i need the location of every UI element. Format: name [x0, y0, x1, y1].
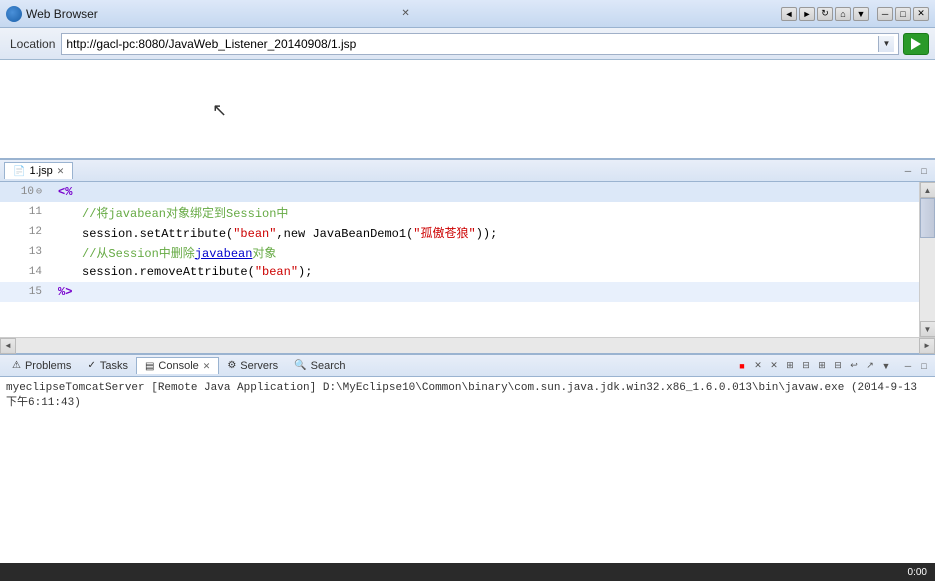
tab-label: 1.jsp [29, 165, 52, 177]
console-label: Console [158, 360, 198, 372]
cursor: ↖ [212, 100, 227, 121]
search-tab-icon: 🔍 [294, 360, 306, 371]
refresh-btn[interactable]: ↻ [817, 7, 833, 21]
code-line-11: //将javabean对象绑定到Session中 [50, 202, 919, 222]
app-icon [6, 6, 22, 22]
bottom-btn10[interactable]: ▼ [879, 359, 893, 373]
close-btn[interactable]: ✕ [913, 7, 929, 21]
tab-console[interactable]: ▤ Console ✕ [136, 357, 219, 374]
bottom-btn5[interactable]: ⊟ [799, 359, 813, 373]
bottom-btn3[interactable]: ✕ [767, 359, 781, 373]
code-line-10: <% [50, 182, 919, 202]
home-btn[interactable]: ⌂ [835, 7, 851, 21]
editor-controls: ─ □ [901, 164, 931, 178]
console-content: myeclipseTomcatServer [Remote Java Appli… [0, 377, 935, 507]
tab-problems[interactable]: ⚠ Problems [4, 358, 79, 374]
console-close[interactable]: ✕ [203, 361, 211, 372]
main-container: Web Browser ✕ ◄ ► ↻ ⌂ ▼ ─ □ ✕ Location ▼… [0, 0, 935, 581]
bottom-panel-controls: ■ ✕ ✕ ⊞ ⊟ ⊞ ⊟ ↩ ↗ ▼ ─ □ [735, 359, 931, 373]
nav-back-btn[interactable]: ◄ [781, 7, 797, 21]
bottom-panel: ⚠ Problems ✓ Tasks ▤ Console ✕ ⚙ Servers… [0, 355, 935, 581]
url-input[interactable] [66, 37, 878, 51]
console-server-info: myeclipseTomcatServer [Remote Java Appli… [6, 381, 929, 412]
tab-search[interactable]: 🔍 Search [286, 358, 353, 374]
line-number-10: 10 ⊖ [0, 182, 50, 202]
location-label: Location [10, 37, 55, 51]
scroll-thumb[interactable] [920, 198, 935, 238]
status-bar: 0:00 [0, 563, 935, 581]
editor-minimize-btn[interactable]: ─ [901, 164, 915, 178]
problems-icon: ⚠ [12, 360, 21, 371]
bottom-tab-bar: ⚠ Problems ✓ Tasks ▤ Console ✕ ⚙ Servers… [0, 355, 935, 377]
line-numbers: 10 ⊖ 11 12 13 14 15 [0, 182, 50, 337]
url-dropdown[interactable]: ▼ [878, 36, 894, 52]
code-vscrollbar[interactable]: ▲ ▼ [919, 182, 935, 337]
search-label: Search [311, 360, 346, 372]
line-number-13: 13 [0, 242, 50, 262]
title-bar: Web Browser ✕ ◄ ► ↻ ⌂ ▼ ─ □ ✕ [0, 0, 935, 28]
maximize-btn[interactable]: □ [895, 7, 911, 21]
servers-icon: ⚙ [227, 360, 236, 371]
console-icon: ▤ [145, 361, 154, 372]
hscroll-track[interactable] [16, 338, 919, 353]
app-title: Web Browser [26, 7, 397, 21]
hscroll-left-btn[interactable]: ◄ [0, 338, 16, 354]
code-hscrollbar[interactable]: ◄ ► [0, 337, 935, 353]
minimize-btn[interactable]: ─ [877, 7, 893, 21]
scroll-down-btn[interactable]: ▼ [920, 321, 935, 337]
code-line-12: session.setAttribute("bean",new JavaBean… [50, 222, 919, 242]
bottom-btn9[interactable]: ↗ [863, 359, 877, 373]
bottom-btn2[interactable]: ✕ [751, 359, 765, 373]
tab-file-icon: 📄 [13, 166, 25, 177]
bottom-btn8[interactable]: ↩ [847, 359, 861, 373]
bottom-stop-btn[interactable]: ■ [735, 359, 749, 373]
line-number-12: 12 [0, 222, 50, 242]
bottom-btn6[interactable]: ⊞ [815, 359, 829, 373]
editor-section: 📄 1.jsp ✕ ─ □ 10 ⊖ 11 12 13 14 15 [0, 160, 935, 355]
bottom-minimize[interactable]: ─ [901, 359, 915, 373]
tasks-label: Tasks [100, 360, 128, 372]
editor-tab[interactable]: 📄 1.jsp ✕ [4, 162, 73, 179]
servers-label: Servers [240, 360, 278, 372]
scroll-up-btn[interactable]: ▲ [920, 182, 935, 198]
go-button[interactable] [903, 33, 929, 55]
code-line-14: session.removeAttribute("bean"); [50, 262, 919, 282]
editor-maximize-btn[interactable]: □ [917, 164, 931, 178]
scroll-track[interactable] [920, 198, 935, 321]
tab-close-btn[interactable]: ✕ [57, 166, 65, 177]
status-time: 0:00 [908, 567, 927, 578]
tab-tasks[interactable]: ✓ Tasks [79, 358, 136, 374]
nav-fwd-btn[interactable]: ► [799, 7, 815, 21]
line-number-14: 14 [0, 262, 50, 282]
problems-label: Problems [25, 360, 71, 372]
go-icon [911, 38, 921, 50]
code-content[interactable]: <% //将javabean对象绑定到Session中 session.setA… [50, 182, 919, 337]
bottom-btn4[interactable]: ⊞ [783, 359, 797, 373]
title-bar-buttons: ◄ ► ↻ ⌂ ▼ ─ □ ✕ [781, 7, 929, 21]
hscroll-right-btn[interactable]: ► [919, 338, 935, 354]
browser-toolbar: Location ▼ [0, 28, 935, 60]
location-bar[interactable]: ▼ [61, 33, 899, 55]
tasks-icon: ✓ [87, 360, 95, 371]
more-btn[interactable]: ▼ [853, 7, 869, 21]
code-line-13: //从Session中删除javabean对象 [50, 242, 919, 262]
code-area: 10 ⊖ 11 12 13 14 15 <% //将javabean对象绑定到S… [0, 182, 935, 337]
editor-tab-bar: 📄 1.jsp ✕ ─ □ [0, 160, 935, 182]
bottom-btn7[interactable]: ⊟ [831, 359, 845, 373]
line-number-15: 15 [0, 282, 50, 302]
code-line-15: %> [50, 282, 919, 302]
bottom-maximize[interactable]: □ [917, 359, 931, 373]
browser-content: ↖ [0, 60, 935, 160]
line-number-11: 11 [0, 202, 50, 222]
title-close-tab[interactable]: ✕ [401, 8, 409, 19]
tab-servers[interactable]: ⚙ Servers [219, 358, 286, 374]
